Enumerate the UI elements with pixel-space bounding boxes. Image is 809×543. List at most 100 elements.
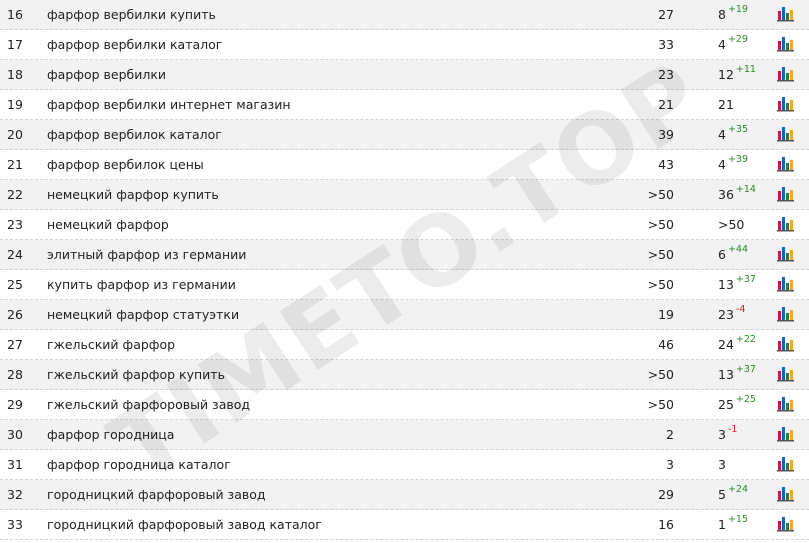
position-value: 12 <box>718 67 734 82</box>
bar-chart-icon[interactable] <box>777 456 794 472</box>
position-change: +14 <box>735 184 756 195</box>
position-current: >50 <box>718 210 746 239</box>
bar-chart-icon[interactable] <box>777 426 794 442</box>
row-number: 24 <box>7 247 23 262</box>
row-number: 16 <box>7 7 23 22</box>
bar-chart-icon[interactable] <box>777 36 794 52</box>
keyword-text: фарфор вербилки интернет магазин <box>47 97 291 112</box>
position-current: 1 +15 <box>718 510 748 539</box>
position-value: 3 <box>718 427 726 442</box>
keyword-text: фарфор городница <box>47 427 175 442</box>
position-current: 6 +44 <box>718 240 748 269</box>
position-current: 5 +24 <box>718 480 748 509</box>
keyword-positions-table: 16 фарфор вербилки купить 27 8 +19 17 фар… <box>0 0 809 540</box>
row-number: 27 <box>7 337 23 352</box>
position-current: 25 +25 <box>718 390 756 419</box>
row-number: 18 <box>7 67 23 82</box>
table-row: 29 гжельский фарфоровый завод >50 25 +25 <box>0 390 809 420</box>
keyword-text: элитный фарфор из германии <box>47 247 247 262</box>
position-previous: >50 <box>647 367 674 382</box>
bar-chart-icon[interactable] <box>777 516 794 532</box>
bar-chart-icon[interactable] <box>777 276 794 292</box>
position-change: +22 <box>735 334 756 345</box>
row-number: 33 <box>7 517 23 532</box>
position-current: 24 +22 <box>718 330 756 359</box>
position-value: 1 <box>718 517 726 532</box>
position-previous: >50 <box>647 397 674 412</box>
position-value: 13 <box>718 367 734 382</box>
position-previous: >50 <box>647 277 674 292</box>
keyword-text: фарфор городница каталог <box>47 457 231 472</box>
bar-chart-icon[interactable] <box>777 486 794 502</box>
bar-chart-icon[interactable] <box>777 396 794 412</box>
table-row: 16 фарфор вербилки купить 27 8 +19 <box>0 0 809 30</box>
row-number: 17 <box>7 37 23 52</box>
bar-chart-icon[interactable] <box>777 6 794 22</box>
position-value: 13 <box>718 277 734 292</box>
bar-chart-icon[interactable] <box>777 96 794 112</box>
row-number: 32 <box>7 487 23 502</box>
table-row: 32 городницкий фарфоровый завод 29 5 +24 <box>0 480 809 510</box>
table-row: 30 фарфор городница 2 3 -1 <box>0 420 809 450</box>
position-previous: 43 <box>658 157 674 172</box>
position-change: +37 <box>735 364 756 375</box>
table-row: 21 фарфор вербилок цены 43 4 +39 <box>0 150 809 180</box>
position-previous: 39 <box>658 127 674 142</box>
row-number: 19 <box>7 97 23 112</box>
row-number: 22 <box>7 187 23 202</box>
keyword-text: гжельский фарфор <box>47 337 176 352</box>
position-change: -4 <box>735 304 746 315</box>
position-current: 4 +35 <box>718 120 748 149</box>
row-number: 26 <box>7 307 23 322</box>
bar-chart-icon[interactable] <box>777 366 794 382</box>
position-change: +11 <box>735 64 756 75</box>
row-number: 28 <box>7 367 23 382</box>
bar-chart-icon[interactable] <box>777 156 794 172</box>
position-previous: 33 <box>658 37 674 52</box>
bar-chart-icon[interactable] <box>777 306 794 322</box>
table-row: 27 гжельский фарфор 46 24 +22 <box>0 330 809 360</box>
position-value: 25 <box>718 397 734 412</box>
bar-chart-icon[interactable] <box>777 186 794 202</box>
table-row: 19 фарфор вербилки интернет магазин 21 2… <box>0 90 809 120</box>
position-previous: >50 <box>647 247 674 262</box>
keyword-text: немецкий фарфор статуэтки <box>47 307 240 322</box>
bar-chart-icon[interactable] <box>777 336 794 352</box>
bar-chart-icon[interactable] <box>777 126 794 142</box>
position-previous: 16 <box>658 517 674 532</box>
position-current: 3 -1 <box>718 420 737 449</box>
position-value: 5 <box>718 487 726 502</box>
position-change: +39 <box>727 154 749 165</box>
row-number: 21 <box>7 157 23 172</box>
keyword-text: фарфор вербилок каталог <box>47 127 222 142</box>
keyword-text: фарфор вербилки <box>47 67 167 82</box>
keyword-text: немецкий фарфор купить <box>47 187 219 202</box>
position-value: 21 <box>718 97 734 112</box>
bar-chart-icon[interactable] <box>777 246 794 262</box>
position-value: 4 <box>718 127 726 142</box>
position-previous: 29 <box>658 487 674 502</box>
row-number: 25 <box>7 277 23 292</box>
position-value: 36 <box>718 187 734 202</box>
table-row: 26 немецкий фарфор статуэтки 19 23 -4 <box>0 300 809 330</box>
table-row: 23 немецкий фарфор >50 >50 <box>0 210 809 240</box>
table-row: 18 фарфор вербилки 23 12 +11 <box>0 60 809 90</box>
position-value: 6 <box>718 247 726 262</box>
position-value: >50 <box>718 217 745 232</box>
position-current: 3 <box>718 450 728 479</box>
row-number: 31 <box>7 457 23 472</box>
position-current: 4 +39 <box>718 150 748 179</box>
position-value: 3 <box>718 457 726 472</box>
table-row: 25 купить фарфор из германии >50 13 +37 <box>0 270 809 300</box>
keyword-text: гжельский фарфоровый завод <box>47 397 251 412</box>
keyword-text: фарфор вербилок цены <box>47 157 204 172</box>
position-change: +29 <box>727 34 749 45</box>
bar-chart-icon[interactable] <box>777 216 794 232</box>
position-current: 4 +29 <box>718 30 748 59</box>
keyword-text: городницкий фарфоровый завод <box>47 487 266 502</box>
table-row: 22 немецкий фарфор купить >50 36 +14 <box>0 180 809 210</box>
row-number: 20 <box>7 127 23 142</box>
position-value: 23 <box>718 307 734 322</box>
bar-chart-icon[interactable] <box>777 66 794 82</box>
position-current: 13 +37 <box>718 270 756 299</box>
